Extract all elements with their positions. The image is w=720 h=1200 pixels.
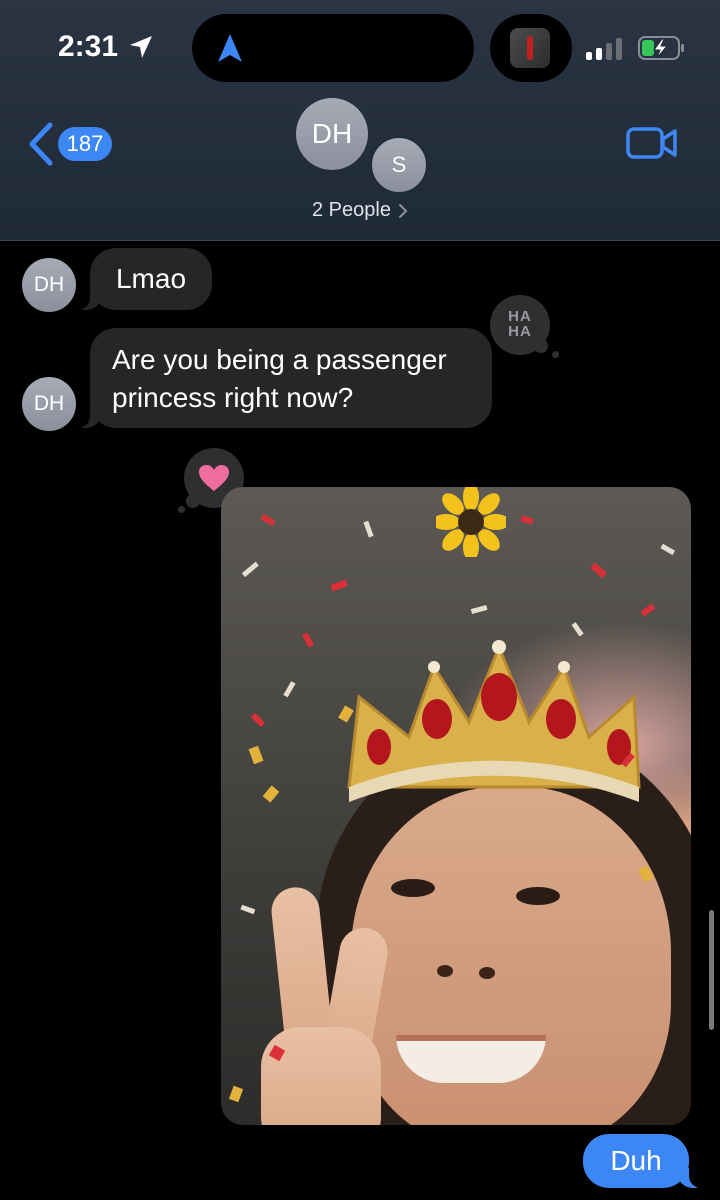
location-arrow-icon — [130, 36, 152, 58]
message-bubble-incoming[interactable]: Lmao — [76, 248, 212, 310]
haha-tapback-icon: HA HA — [508, 308, 532, 340]
chevron-right-icon — [399, 204, 408, 218]
group-avatar-primary[interactable]: DH — [296, 98, 368, 170]
conversation-header: 2:31 187 DH S 2 People — [0, 0, 720, 241]
message-text: Duh — [610, 1145, 662, 1176]
unread-count-badge[interactable]: 187 — [58, 127, 112, 161]
confetti-overlay — [228, 513, 676, 1103]
message-photo[interactable] — [221, 487, 691, 1125]
navigation-icon — [218, 34, 242, 62]
facetime-video-icon[interactable] — [626, 126, 678, 160]
back-chevron-icon[interactable] — [28, 122, 54, 166]
camera-thumbnail-icon — [510, 28, 550, 68]
signal-icon — [586, 38, 622, 60]
group-avatar-secondary[interactable]: S — [370, 136, 428, 194]
status-time: 2:31 — [58, 30, 119, 63]
battery-charging-icon — [638, 36, 684, 60]
sender-avatar[interactable]: DH — [22, 377, 76, 431]
dynamic-island[interactable] — [192, 14, 474, 82]
message-bubble-outgoing[interactable]: Duh — [583, 1134, 703, 1188]
message-text: Lmao — [115, 263, 187, 294]
group-people-label[interactable]: 2 People — [312, 199, 391, 222]
haha-tapback[interactable]: HA HA — [490, 295, 559, 358]
sender-avatar[interactable]: DH — [22, 258, 76, 312]
scroll-indicator[interactable] — [709, 910, 714, 1030]
message-text: Are you being a passenger princess right… — [112, 344, 447, 413]
message-bubble-incoming[interactable]: Are you being a passenger princess right… — [76, 328, 492, 428]
camera-live-activity[interactable] — [490, 14, 572, 82]
